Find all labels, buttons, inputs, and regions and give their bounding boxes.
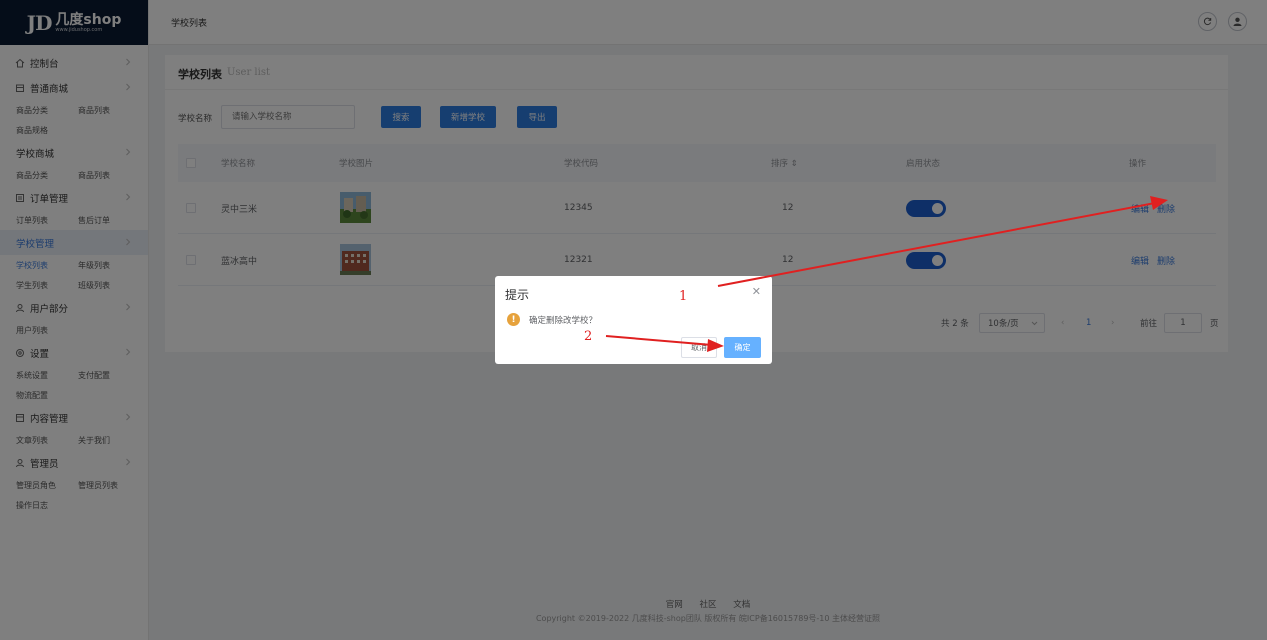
- annotation-number-2: 2: [584, 329, 593, 344]
- dialog-message: 确定删除改学校？: [529, 316, 598, 326]
- cancel-button[interactable]: 取消: [681, 337, 717, 358]
- confirm-dialog: 提示 ✕ ! 确定删除改学校？ 取消 确定: [495, 276, 772, 364]
- close-icon[interactable]: ✕: [752, 285, 761, 298]
- dialog-title: 提示: [505, 288, 530, 302]
- annotation-number-1: 1: [679, 289, 688, 304]
- confirm-button[interactable]: 确定: [724, 337, 761, 358]
- warning-icon: !: [507, 313, 520, 326]
